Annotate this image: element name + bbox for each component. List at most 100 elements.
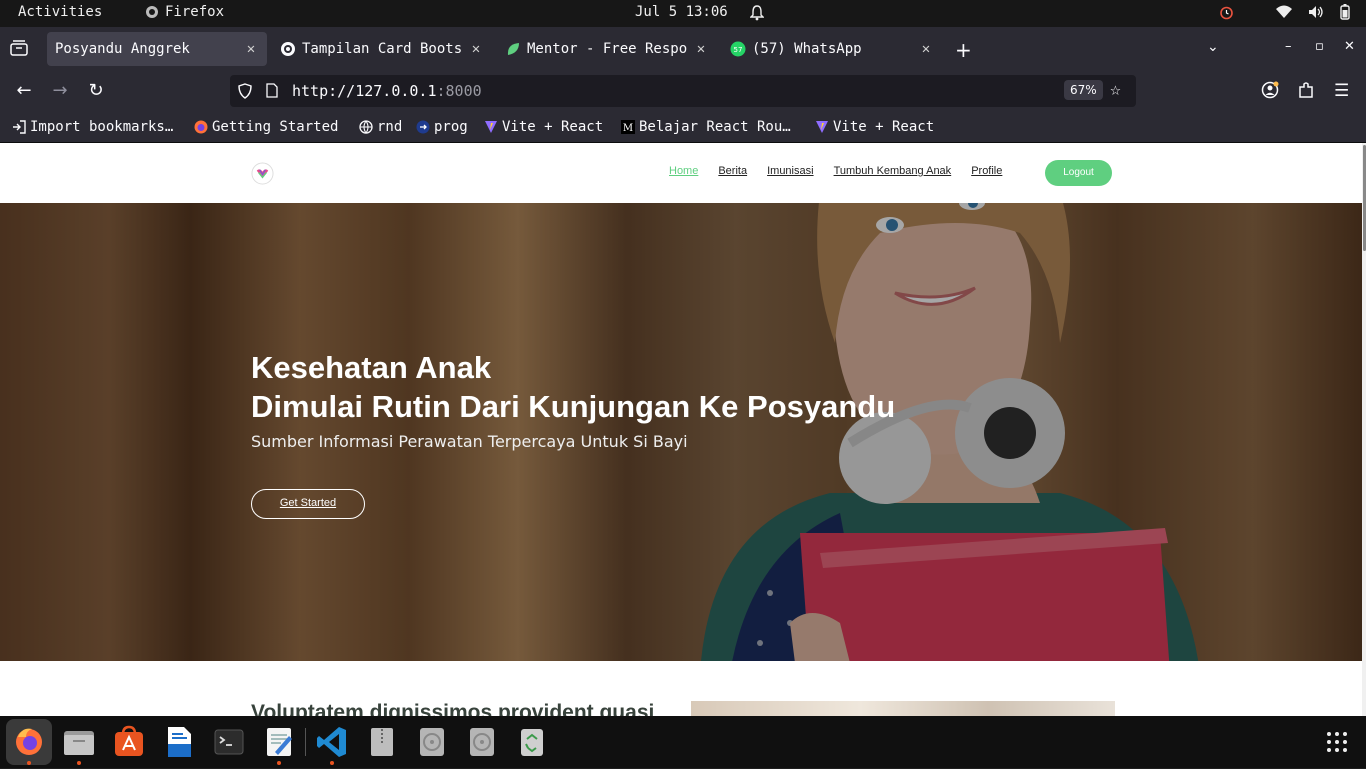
- bookmark-label: Getting Started: [212, 119, 339, 135]
- firefox-view-icon[interactable]: [10, 40, 28, 56]
- get-started-button[interactable]: Get Started: [251, 489, 365, 519]
- disk-icon: [470, 728, 494, 756]
- import-icon: [12, 120, 26, 134]
- globe-icon: [359, 120, 373, 134]
- svg-text:M: M: [623, 123, 633, 134]
- dock-files[interactable]: [61, 724, 97, 760]
- nav-imunisasi[interactable]: Imunisasi: [767, 165, 813, 177]
- leaf-favicon-icon: [507, 43, 519, 55]
- bookmark-prog[interactable]: prog: [416, 119, 468, 135]
- url-port: :8000: [436, 82, 482, 100]
- section-title: Voluptatem dignissimos provident quasi: [251, 701, 655, 716]
- bookmark-label: Vite + React: [502, 119, 604, 135]
- bookmark-getting-started[interactable]: Getting Started: [194, 119, 338, 135]
- page-scrollbar[interactable]: [1362, 143, 1366, 716]
- app-menu[interactable]: Firefox: [145, 4, 224, 20]
- medium-icon: M: [621, 120, 635, 134]
- folder-icon: [64, 731, 94, 755]
- close-window-icon[interactable]: ✕: [1344, 39, 1355, 54]
- firefox-icon: [146, 6, 158, 18]
- posyandu-logo-icon[interactable]: [251, 162, 274, 185]
- page-info-icon[interactable]: [266, 83, 278, 98]
- alarm-clock-icon: [1220, 6, 1233, 19]
- running-indicator: [27, 761, 31, 765]
- firefox-icon: [194, 120, 208, 134]
- dock-app-center[interactable]: [111, 724, 147, 760]
- reload-icon[interactable]: ↻: [85, 80, 107, 101]
- bookmark-vite-react-1[interactable]: Vite + React: [484, 119, 603, 135]
- dock-archive[interactable]: [364, 724, 400, 760]
- show-apps-grid-icon[interactable]: [1326, 731, 1348, 753]
- close-tab-icon[interactable]: ✕: [468, 41, 484, 57]
- page-viewport: Home Berita Imunisasi Tumbuh Kembang Ana…: [0, 143, 1366, 716]
- dock-disk-1[interactable]: [414, 724, 450, 760]
- tracking-shield-icon[interactable]: [238, 83, 252, 99]
- url-text[interactable]: http://127.0.0.1:8000: [292, 82, 482, 100]
- tab-strip: Posyandu Anggrek ✕ Tampilan Card Boots ✕…: [0, 27, 1366, 71]
- dock-disk-2[interactable]: [464, 724, 500, 760]
- close-tab-icon[interactable]: ✕: [693, 41, 709, 57]
- tab-posyandu[interactable]: Posyandu Anggrek ✕: [47, 32, 267, 66]
- bookmark-import[interactable]: Import bookmarks…: [12, 119, 173, 135]
- battery-icon: [1340, 4, 1350, 20]
- nav-home[interactable]: Home: [669, 165, 698, 177]
- menu-hamburger-icon[interactable]: ☰: [1334, 81, 1349, 101]
- bookmark-rnd[interactable]: rnd: [359, 119, 402, 135]
- arrow-icon: [416, 120, 430, 134]
- text-editor-icon: [267, 728, 292, 756]
- running-indicator: [330, 761, 334, 765]
- new-tab-button[interactable]: +: [955, 38, 972, 62]
- extensions-icon[interactable]: [1298, 81, 1314, 104]
- nav-profile[interactable]: Profile: [971, 165, 1002, 177]
- dock-firefox[interactable]: [6, 719, 52, 765]
- tab-title: Mentor - Free Respo: [527, 41, 688, 57]
- vscode-icon: [317, 727, 346, 757]
- navigation-toolbar: ← → ↻ http://127.0.0.1:8000 67% ☆ ☰: [0, 71, 1366, 111]
- clock[interactable]: Jul 5 13:06: [635, 4, 728, 20]
- dock-trash[interactable]: [514, 724, 550, 760]
- close-tab-icon[interactable]: ✕: [918, 41, 934, 57]
- dock-writer[interactable]: [161, 724, 197, 760]
- archive-icon: [371, 728, 393, 756]
- ubuntu-dock: [0, 716, 1366, 768]
- bookmark-star-icon[interactable]: ☆: [1110, 79, 1121, 100]
- bookmarks-toolbar: Import bookmarks… Getting Started rnd pr…: [0, 111, 1366, 143]
- zoom-level-button[interactable]: 67%: [1064, 80, 1103, 100]
- dock-vscode[interactable]: [314, 724, 350, 760]
- system-tray[interactable]: [1219, 4, 1350, 20]
- tab-mentor[interactable]: Mentor - Free Respo ✕: [497, 32, 717, 66]
- hero-heading-line-1: Kesehatan Anak: [251, 350, 492, 385]
- dock-text-editor[interactable]: [261, 724, 297, 760]
- tab-whatsapp[interactable]: 57 (57) WhatsApp ✕: [722, 32, 942, 66]
- maximize-window-icon[interactable]: ▫: [1315, 39, 1324, 54]
- account-icon[interactable]: [1261, 81, 1279, 104]
- bookmark-vite-react-2[interactable]: Vite + React: [815, 119, 934, 135]
- hero-subtitle: Sumber Informasi Perawatan Terpercaya Un…: [251, 432, 688, 451]
- close-tab-icon[interactable]: ✕: [243, 41, 259, 57]
- forward-arrow-icon[interactable]: →: [49, 80, 71, 101]
- minimize-window-icon[interactable]: –: [1285, 39, 1292, 54]
- url-bar[interactable]: http://127.0.0.1:8000 67% ☆: [230, 75, 1136, 107]
- list-all-tabs-icon[interactable]: ⌄: [1207, 39, 1219, 55]
- url-host: http://127.0.0.1: [292, 82, 437, 100]
- globe-favicon-icon: [281, 42, 295, 56]
- bookmark-label: Import bookmarks…: [30, 119, 174, 135]
- dock-terminal[interactable]: [211, 724, 247, 760]
- back-arrow-icon[interactable]: ←: [13, 80, 35, 101]
- nav-berita[interactable]: Berita: [718, 165, 747, 177]
- wifi-icon: [1276, 5, 1292, 18]
- bookmark-label: Vite + React: [833, 119, 935, 135]
- section-image: [691, 701, 1115, 716]
- svg-text:57: 57: [734, 46, 743, 54]
- tab-card-bootstrap[interactable]: Tampilan Card Boots ✕: [272, 32, 492, 66]
- activities-button[interactable]: Activities: [18, 4, 102, 20]
- nav-tumbuh-kembang[interactable]: Tumbuh Kembang Anak: [834, 165, 952, 177]
- logout-button[interactable]: Logout: [1045, 160, 1112, 186]
- vite-icon: [815, 120, 829, 134]
- bookmark-label: rnd: [377, 119, 403, 135]
- bookmark-belajar-react[interactable]: M Belajar React Rou…: [621, 119, 791, 135]
- system-top-bar: Activities Firefox Jul 5 13:06: [0, 0, 1366, 27]
- tab-title: Posyandu Anggrek: [55, 41, 190, 57]
- hero-heading: Kesehatan Anak Dimulai Rutin Dari Kunjun…: [251, 348, 895, 426]
- vite-icon: [484, 120, 498, 134]
